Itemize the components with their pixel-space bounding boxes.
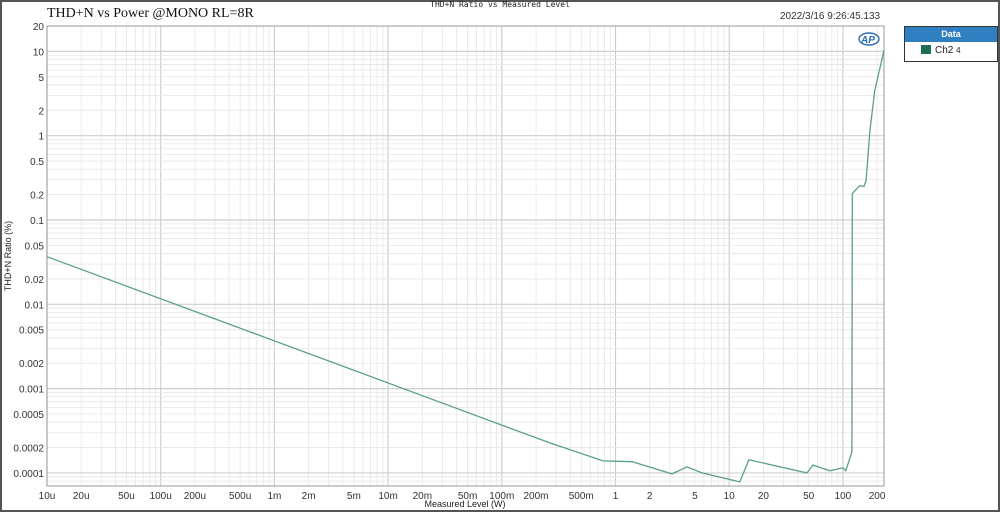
y-tick-label: 1 (38, 132, 44, 143)
legend-swatch (921, 45, 931, 54)
x-tick-label: 50u (118, 491, 135, 502)
x-tick-label: 500u (229, 491, 251, 502)
x-tick-label: 2 (647, 491, 653, 502)
x-tick-label: 5 (692, 491, 698, 502)
legend-suffix: 4 (956, 46, 961, 55)
x-tick-label: 200 (869, 491, 886, 502)
y-tick-label: 0.002 (19, 359, 44, 370)
ap-logo: AP (858, 32, 880, 49)
x-tick-label: 10 (724, 491, 736, 502)
series (46, 50, 885, 483)
grid (46, 25, 884, 487)
y-tick-label: 0.05 (25, 241, 45, 252)
x-tick-label: 10u (39, 491, 56, 502)
x-axis-label: Measured Level (W) (424, 499, 505, 509)
y-tick-label: 0.01 (25, 300, 45, 311)
x-tick-label: 20u (73, 491, 90, 502)
x-tick-label: 50 (803, 491, 815, 502)
x-tick-label: 200u (184, 491, 206, 502)
x-tick-label: 2m (302, 491, 316, 502)
tick-labels: 10u 20u 50u 100u 200u 500u 1m 2m 5m 10m 20m 50m 100m… (13, 22, 885, 502)
y-tick-label: 0.001 (19, 385, 44, 396)
x-tick-label: 10m (378, 491, 397, 502)
x-tick-label: 5m (347, 491, 361, 502)
legend-item-ch2[interactable]: Ch2 4 (905, 42, 997, 59)
y-tick-label: 0.2 (30, 191, 44, 202)
y-tick-label: 2 (38, 106, 44, 117)
x-tick-label: 200m (524, 491, 549, 502)
x-tick-label: 100u (150, 491, 172, 502)
y-tick-label: 0.1 (30, 216, 44, 227)
y-axis-label: THD+N Ratio (%) (3, 221, 13, 291)
y-tick-label: 0.005 (19, 326, 44, 337)
x-tick-label: 100 (835, 491, 852, 502)
x-tick-label: 1 (613, 491, 619, 502)
series-line-ch2 (46, 50, 885, 483)
ap-logo-icon: AP (858, 32, 880, 46)
y-tick-label: 0.0002 (13, 444, 44, 455)
x-tick-label: 500m (569, 491, 594, 502)
plot-border (46, 25, 885, 487)
y-tick-label: 0.5 (30, 157, 44, 168)
y-tick-label: 5 (38, 73, 44, 84)
svg-text:AP: AP (860, 35, 875, 46)
x-tick-label: 1m (267, 491, 281, 502)
legend-header: Data (905, 27, 997, 42)
y-tick-label: 0.02 (25, 275, 45, 286)
legend: Data Ch2 4 (904, 26, 998, 62)
y-tick-label: 0.0001 (13, 469, 44, 480)
legend-label: Ch2 (935, 45, 954, 56)
y-tick-label: 10 (33, 47, 45, 58)
x-tick-label: 20 (758, 491, 770, 502)
y-tick-label: 20 (33, 22, 45, 33)
y-tick-label: 0.0005 (13, 410, 44, 421)
chart: 10u 20u 50u 100u 200u 500u 1m 2m 5m 10m 20m 50m 100m… (3, 22, 886, 509)
